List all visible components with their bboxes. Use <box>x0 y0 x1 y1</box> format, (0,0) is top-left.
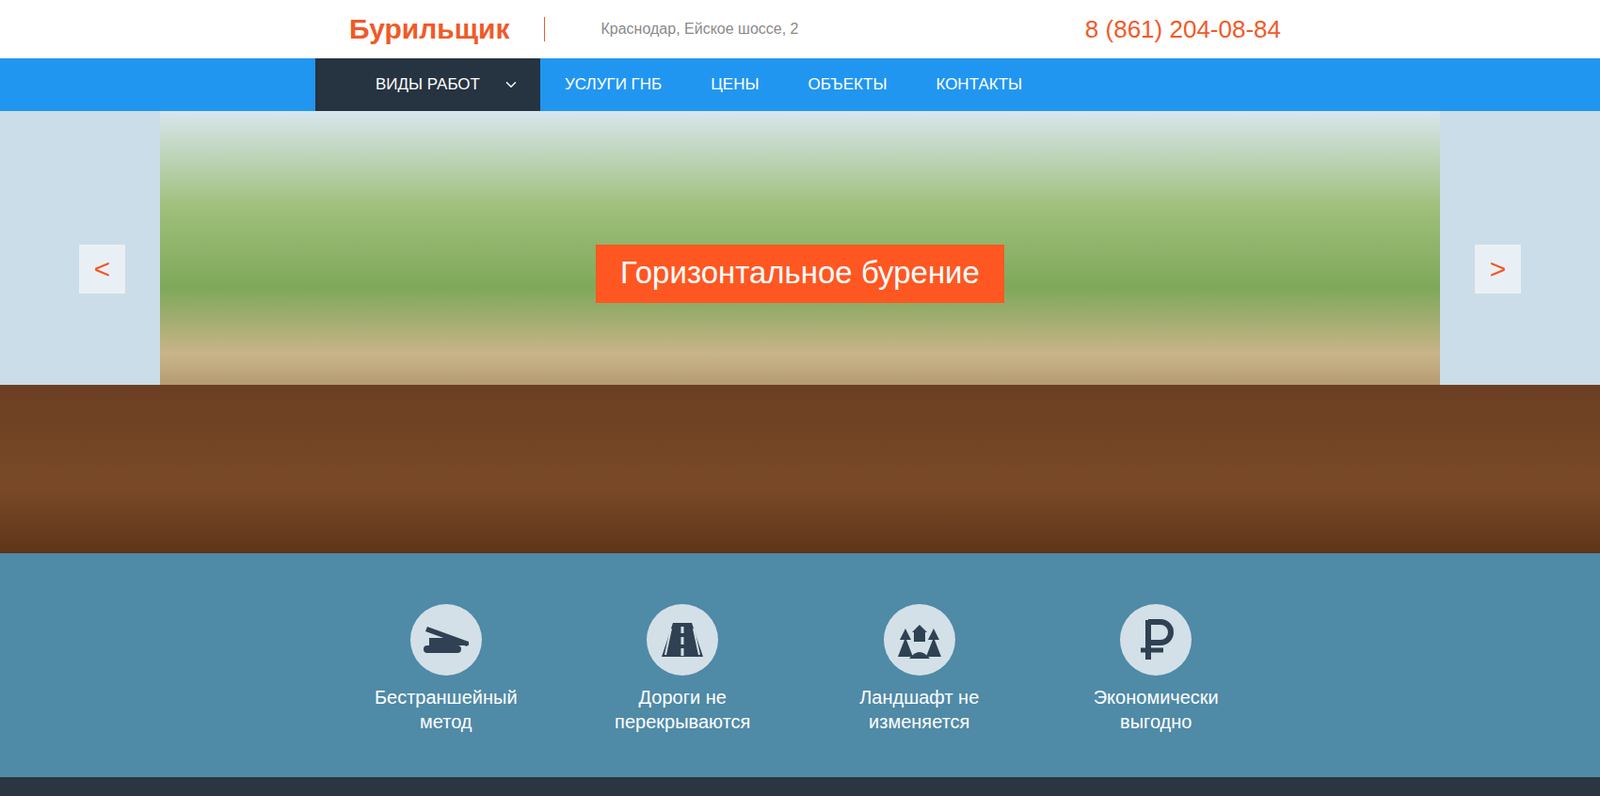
phone[interactable]: 8 (861) 204-08-84 <box>1085 15 1285 45</box>
address: Краснодар, Ейское шоссе, 2 <box>544 20 1086 38</box>
nav-item[interactable]: ЦЕНЫ <box>686 58 784 112</box>
feature: Дороги не перекрываются <box>564 604 802 735</box>
feature-label: Ландшафт не изменяется <box>839 685 1000 735</box>
page: БурильщикКраснодар, Ейское шоссе, 28 (86… <box>0 0 1600 796</box>
nav-bar: ВИДЫ РАБОТУСЛУГИ ГНБЦЕНЫОБЪЕКТЫКОНТАКТЫ <box>0 58 1600 112</box>
hero-slider: < Горизонтальное бурение > <box>0 111 1600 554</box>
feature-icon-circle <box>646 604 719 676</box>
logo[interactable]: Бурильщик <box>315 16 545 42</box>
slide-title: Горизонтальное бурение <box>595 244 1005 304</box>
feature-label: Бестраншейный метод <box>366 685 527 735</box>
features: Бестраншейный метод Дороги не перекрывают… <box>0 553 1600 778</box>
feature-icon-circle <box>883 604 956 676</box>
feature: Бестраншейный метод <box>327 604 565 735</box>
landscape-icon <box>896 619 944 661</box>
nav-item[interactable]: УСЛУГИ ГНБ <box>540 58 687 112</box>
feature-icon-circle <box>410 604 482 676</box>
road-icon <box>659 621 705 659</box>
feature-label: Экономически выгодно <box>1075 685 1236 735</box>
nav-item[interactable]: ВИДЫ РАБОТ <box>315 58 541 112</box>
feature: Экономически выгодно <box>1038 604 1276 735</box>
feature: Ландшафт не изменяется <box>800 604 1039 735</box>
nav-item[interactable]: КОНТАКТЫ <box>911 58 1047 112</box>
footer <box>0 777 1600 796</box>
nav-item[interactable]: ОБЪЕКТЫ <box>783 58 912 112</box>
header: БурильщикКраснодар, Ейское шоссе, 28 (86… <box>0 0 1600 59</box>
feature-label: Дороги не перекрываются <box>602 685 763 735</box>
prev-slide-button[interactable]: < <box>79 244 126 294</box>
ruble-icon <box>1135 618 1177 662</box>
next-slide-button[interactable]: > <box>1474 244 1521 294</box>
chevron-down-icon <box>502 76 520 94</box>
drill-machine-icon <box>419 621 473 659</box>
feature-icon-circle <box>1120 604 1192 676</box>
